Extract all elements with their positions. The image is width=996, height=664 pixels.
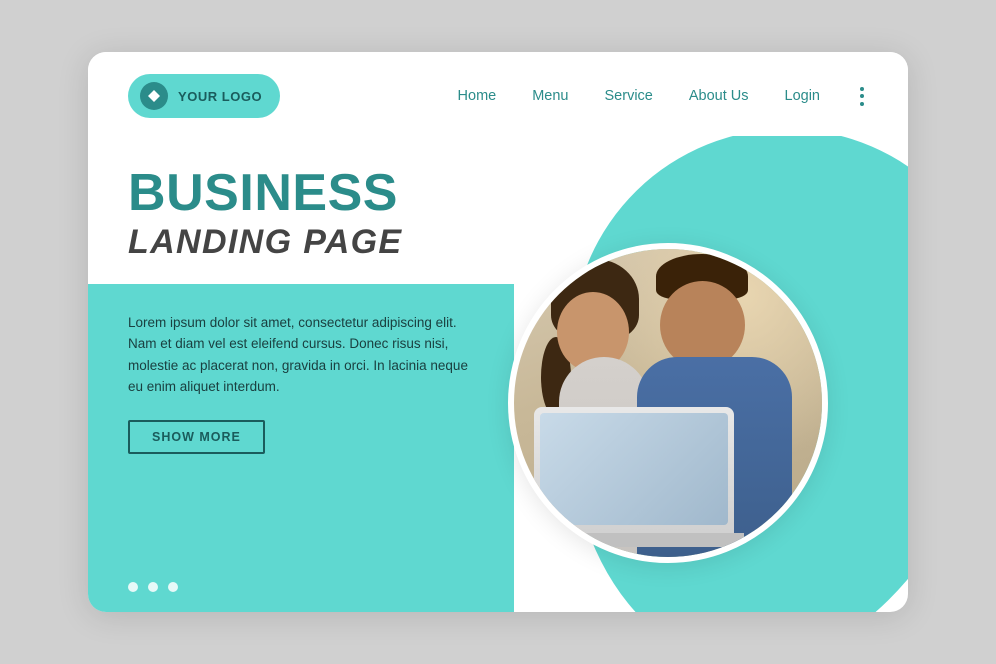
photo-placeholder [514,249,822,557]
nav-item-service[interactable]: Service [605,88,653,104]
slide-indicators [128,582,178,592]
header: YOUR LOGO Home Menu Service About Us Log… [88,52,908,136]
dot-3 [860,102,864,106]
logo-icon [140,82,168,110]
hero-right [449,136,908,612]
page-card: YOUR LOGO Home Menu Service About Us Log… [88,52,908,612]
logo-area[interactable]: YOUR LOGO [128,74,280,118]
show-more-button[interactable]: SHOW MORE [128,420,265,454]
nav-item-home[interactable]: Home [458,88,497,104]
laptop-base [524,533,744,547]
nav-item-menu[interactable]: Menu [532,88,568,104]
laptop [534,407,734,537]
dot-1 [860,87,864,91]
laptop-screen [540,413,728,525]
nav-item-login[interactable]: Login [785,88,820,104]
hero-body-text: Lorem ipsum dolor sit amet, consectetur … [128,312,474,398]
hero-circle-image [508,243,828,563]
nav-item-about[interactable]: About Us [689,88,749,104]
dot-indicator-1[interactable] [128,582,138,592]
dot-indicator-2[interactable] [148,582,158,592]
more-menu-button[interactable] [856,83,868,110]
dot-2 [860,94,864,98]
nav: Home Menu Service About Us Login [458,83,868,110]
dot-indicator-3[interactable] [168,582,178,592]
logo-text: YOUR LOGO [178,89,262,104]
hero-section: BUSINESS LANDING PAGE Lorem ipsum dolor … [88,136,908,612]
man-head [660,281,745,369]
